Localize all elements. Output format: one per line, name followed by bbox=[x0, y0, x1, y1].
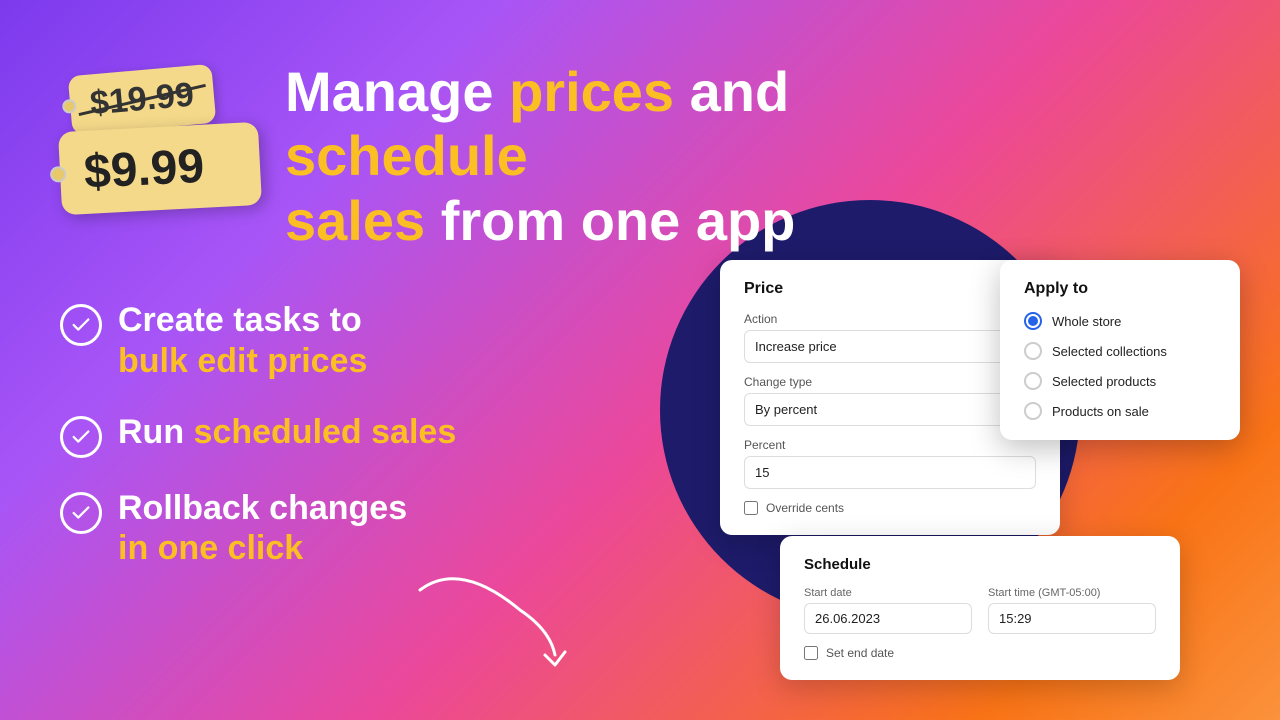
start-time-input[interactable]: 15:29 bbox=[988, 603, 1156, 634]
radio-products-on-sale[interactable]: Products on sale bbox=[1024, 402, 1216, 420]
headline-prices-accent: prices bbox=[509, 60, 674, 123]
feature-accent-2: scheduled sales bbox=[194, 413, 457, 451]
start-time-field: Start time (GMT-05:00) 15:29 bbox=[988, 587, 1156, 634]
change-type-group: Change type By percent bbox=[744, 375, 1036, 426]
radio-circle-selected-products bbox=[1024, 372, 1042, 390]
radio-circle-products-on-sale bbox=[1024, 402, 1042, 420]
start-date-field: Start date 26.06.2023 bbox=[804, 587, 972, 634]
feature-text-2: Run scheduled sales bbox=[118, 412, 456, 453]
percent-input[interactable]: 15 bbox=[744, 456, 1036, 489]
headline-sales-accent: sales bbox=[285, 189, 425, 252]
price-tags-area: $19.99 $9.99 bbox=[60, 70, 260, 210]
schedule-card: Schedule Start date 26.06.2023 Start tim… bbox=[780, 536, 1180, 680]
override-cents-row: Override cents bbox=[744, 501, 1036, 515]
feature-item-2: Run scheduled sales bbox=[60, 412, 456, 458]
checkmark-icon-1 bbox=[70, 314, 92, 336]
tag-hole-old bbox=[62, 98, 77, 113]
headline-line1: Manage prices and schedule bbox=[285, 60, 789, 187]
percent-group: Percent 15 bbox=[744, 438, 1036, 489]
schedule-date-time-row: Start date 26.06.2023 Start time (GMT-05… bbox=[804, 587, 1156, 634]
old-price-value: $19.99 bbox=[88, 76, 195, 123]
end-date-checkbox[interactable] bbox=[804, 646, 818, 660]
action-group: Action Increase price bbox=[744, 312, 1036, 363]
end-date-label: Set end date bbox=[826, 646, 894, 660]
price-card-title: Price bbox=[744, 280, 1036, 298]
change-type-input[interactable]: By percent bbox=[744, 393, 1036, 426]
radio-label-selected-collections: Selected collections bbox=[1052, 344, 1167, 359]
end-date-row: Set end date bbox=[804, 646, 1156, 660]
apply-to-card: Apply to Whole store Selected collection… bbox=[1000, 260, 1240, 440]
radio-label-selected-products: Selected products bbox=[1052, 374, 1156, 389]
percent-label: Percent bbox=[744, 438, 1036, 452]
schedule-card-title: Schedule bbox=[804, 556, 1156, 573]
start-date-label: Start date bbox=[804, 587, 972, 599]
background: $19.99 $9.99 Manage prices and schedule … bbox=[0, 0, 1280, 720]
start-time-label: Start time (GMT-05:00) bbox=[988, 587, 1156, 599]
action-input[interactable]: Increase price bbox=[744, 330, 1036, 363]
radio-circle-selected-collections bbox=[1024, 342, 1042, 360]
action-label: Action bbox=[744, 312, 1036, 326]
radio-whole-store[interactable]: Whole store bbox=[1024, 312, 1216, 330]
arrow-decoration bbox=[400, 570, 580, 670]
feature-text-1: Create tasks tobulk edit prices bbox=[118, 300, 367, 382]
feature-accent-3: in one click bbox=[118, 529, 303, 567]
override-cents-label: Override cents bbox=[766, 501, 844, 515]
headline: Manage prices and schedule sales from on… bbox=[285, 60, 925, 253]
new-price-value: $9.99 bbox=[83, 140, 206, 199]
headline-text: Manage prices and schedule sales from on… bbox=[285, 60, 925, 253]
feature-text-3: Rollback changesin one click bbox=[118, 488, 407, 570]
feature-icon-3 bbox=[60, 492, 102, 534]
new-price-tag: $9.99 bbox=[58, 122, 262, 215]
radio-label-whole-store: Whole store bbox=[1052, 314, 1121, 329]
feature-item-1: Create tasks tobulk edit prices bbox=[60, 300, 456, 382]
radio-circle-whole-store bbox=[1024, 312, 1042, 330]
apply-to-title: Apply to bbox=[1024, 280, 1216, 298]
feature-accent-1: bulk edit prices bbox=[118, 342, 367, 380]
feature-icon-2 bbox=[60, 416, 102, 458]
change-type-label: Change type bbox=[744, 375, 1036, 389]
features-list: Create tasks tobulk edit prices Run sche… bbox=[60, 300, 456, 599]
cards-container: Price Action Increase price Change type … bbox=[720, 260, 1240, 680]
headline-schedule-accent: schedule bbox=[285, 124, 528, 187]
feature-item-3: Rollback changesin one click bbox=[60, 488, 456, 570]
checkmark-icon-3 bbox=[70, 502, 92, 524]
override-cents-checkbox[interactable] bbox=[744, 501, 758, 515]
radio-selected-collections[interactable]: Selected collections bbox=[1024, 342, 1216, 360]
feature-icon-1 bbox=[60, 304, 102, 346]
tag-hole-new bbox=[50, 165, 67, 182]
checkmark-icon-2 bbox=[70, 426, 92, 448]
radio-selected-products[interactable]: Selected products bbox=[1024, 372, 1216, 390]
radio-label-products-on-sale: Products on sale bbox=[1052, 404, 1149, 419]
start-date-input[interactable]: 26.06.2023 bbox=[804, 603, 972, 634]
